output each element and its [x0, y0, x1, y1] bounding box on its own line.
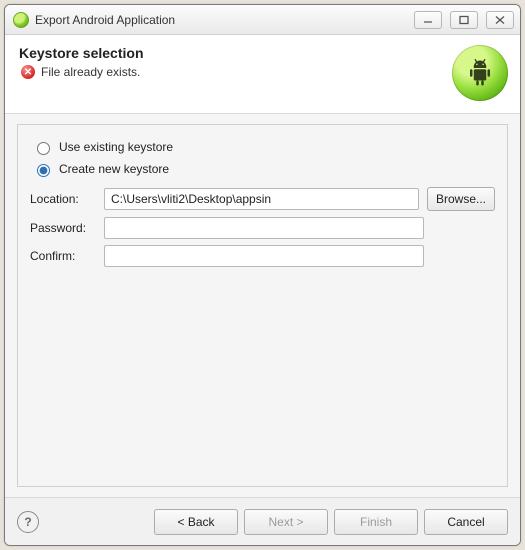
title-bar: Export Android Application	[5, 5, 520, 35]
window-title: Export Android Application	[35, 13, 175, 27]
location-label: Location:	[30, 192, 96, 206]
error-icon: ✕	[21, 65, 35, 79]
browse-button[interactable]: Browse...	[427, 187, 495, 211]
radio-create-new-label: Create new keystore	[59, 162, 169, 176]
confirm-input[interactable]	[104, 245, 424, 267]
minimize-button[interactable]	[414, 11, 442, 29]
confirm-label: Confirm:	[30, 249, 96, 263]
content-area: Use existing keystore Create new keystor…	[5, 114, 520, 497]
password-label: Password:	[30, 221, 96, 235]
footer: ? < Back Next > Finish Cancel	[5, 497, 520, 545]
location-input[interactable]	[104, 188, 419, 210]
page-title: Keystore selection	[19, 45, 452, 61]
window-buttons	[414, 11, 514, 29]
next-button[interactable]: Next >	[244, 509, 328, 535]
header-banner: Keystore selection ✕ File already exists…	[5, 35, 520, 114]
password-input[interactable]	[104, 217, 424, 239]
cancel-button[interactable]: Cancel	[424, 509, 508, 535]
app-icon	[13, 12, 29, 28]
close-icon	[494, 15, 506, 25]
radio-create-new-input[interactable]	[37, 164, 50, 177]
help-button[interactable]: ?	[17, 511, 39, 533]
form-panel: Use existing keystore Create new keystor…	[17, 124, 508, 487]
maximize-icon	[458, 15, 470, 25]
radio-use-existing-label: Use existing keystore	[59, 140, 173, 154]
radio-use-existing-input[interactable]	[37, 142, 50, 155]
maximize-button[interactable]	[450, 11, 478, 29]
status-text: File already exists.	[41, 65, 140, 79]
help-icon: ?	[24, 515, 31, 529]
android-icon	[452, 45, 508, 101]
radio-create-new[interactable]: Create new keystore	[32, 161, 495, 177]
radio-use-existing[interactable]: Use existing keystore	[32, 139, 495, 155]
minimize-icon	[422, 15, 434, 25]
back-button[interactable]: < Back	[154, 509, 238, 535]
finish-button[interactable]: Finish	[334, 509, 418, 535]
close-button[interactable]	[486, 11, 514, 29]
status-row: ✕ File already exists.	[21, 65, 452, 79]
dialog-window: Export Android Application Keystore sele…	[4, 4, 521, 546]
